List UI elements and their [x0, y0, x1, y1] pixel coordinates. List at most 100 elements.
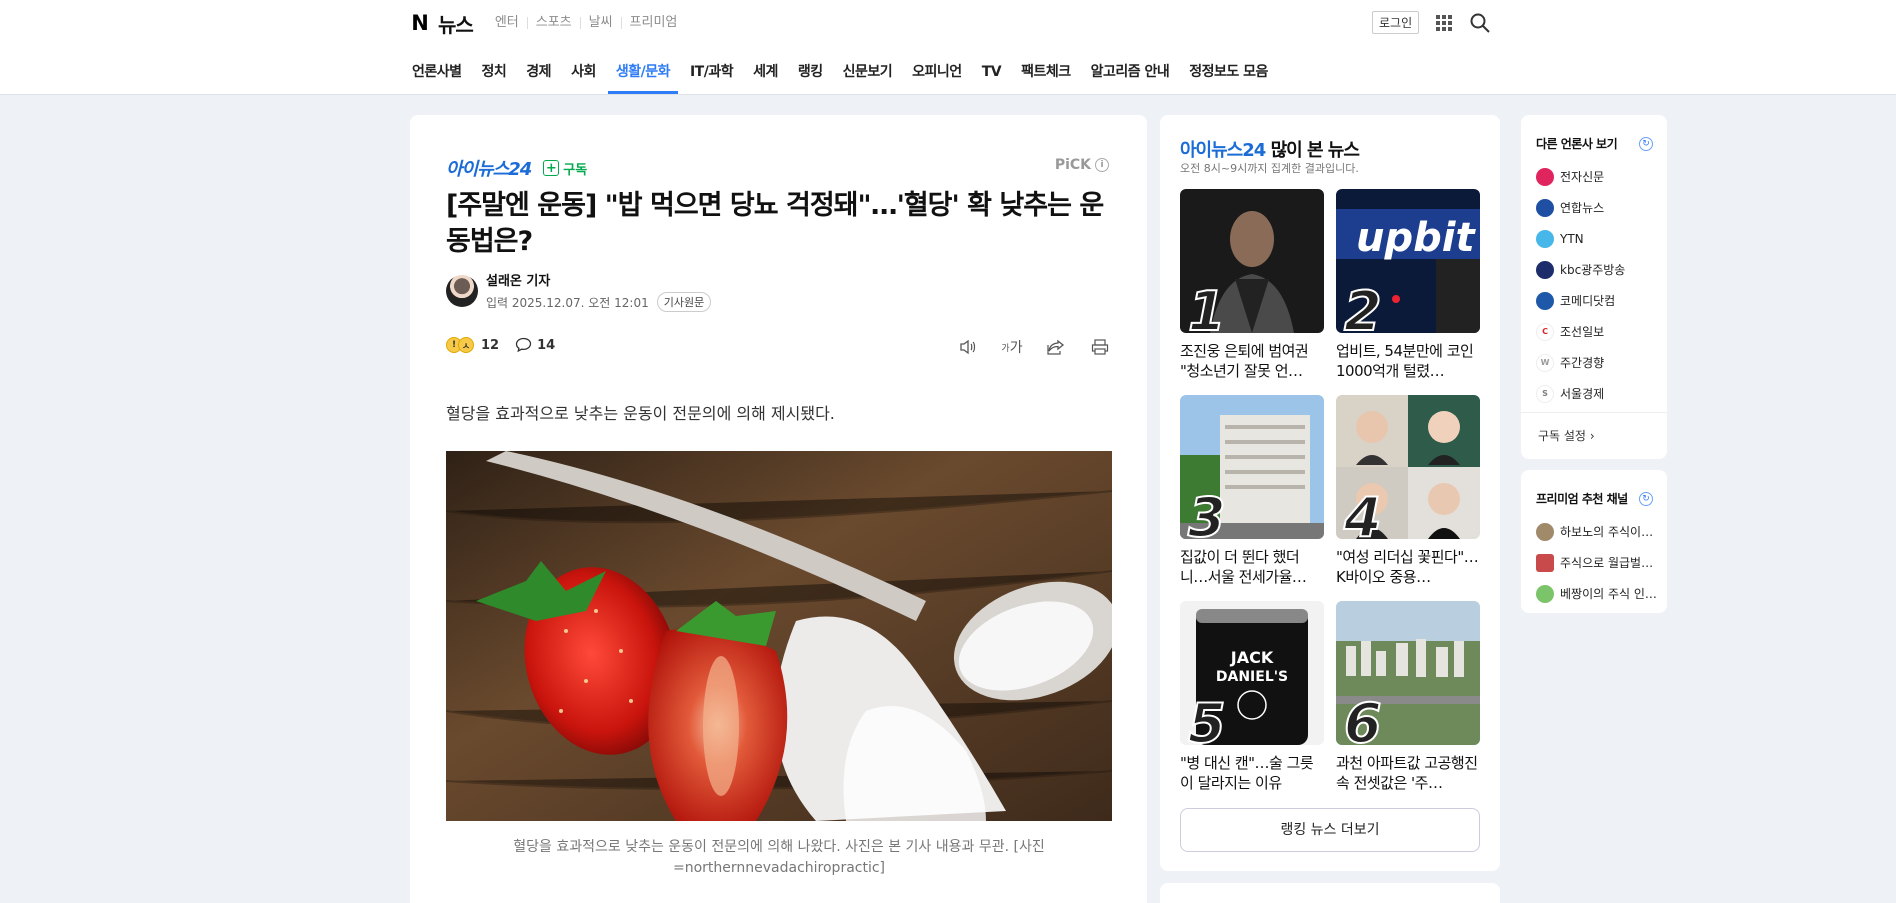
press-item[interactable]: kbc광주방송	[1536, 254, 1625, 285]
pick-badge[interactable]: PiCK i	[1055, 157, 1109, 173]
press-logo-icon: S	[1536, 384, 1554, 403]
ranking-thumbnail[interactable]: 3	[1180, 395, 1324, 539]
subscription-settings-link[interactable]: 구독 설정 ›	[1538, 427, 1595, 444]
ranking-thumbnail[interactable]: 6	[1336, 601, 1480, 745]
press-logo[interactable]: 아이뉴스24	[446, 155, 532, 181]
ranking-headline[interactable]: 조진웅 은퇴에 범여권 "청소년기 잘못 언…	[1180, 341, 1324, 381]
article-stats: ! ㅅ 12 14	[446, 337, 555, 353]
ranking-thumbnail[interactable]: 4	[1336, 395, 1480, 539]
ranking-title[interactable]: 아이뉴스24 많이 본 뉴스	[1180, 136, 1360, 162]
menu-item-corrections[interactable]: 정정보도 모음	[1179, 60, 1278, 94]
press-item[interactable]: 코메디닷컴	[1536, 285, 1625, 316]
menu-item-factcheck[interactable]: 팩트체크	[1011, 60, 1081, 94]
byline: 설래온 기자 입력 2025.12.07. 오전 12:01 기사원문	[446, 270, 712, 312]
print-icon[interactable]	[1089, 337, 1111, 357]
app-grid-icon[interactable]	[1433, 12, 1455, 34]
reporter-avatar[interactable]	[446, 275, 478, 307]
menu-item-tv[interactable]: TV	[972, 60, 1011, 94]
menu-item-politics[interactable]: 정치	[472, 60, 517, 94]
logo-row: N 뉴스 엔터 스포츠 날씨 프리미엄	[410, 9, 686, 38]
rank-number: 5	[1187, 692, 1227, 746]
ranking-headline[interactable]: "여성 리더십 꽃핀다"…K바이오 중용…	[1336, 547, 1480, 587]
press-logo-icon: C	[1536, 322, 1554, 341]
reaction-button[interactable]: ! ㅅ 12	[446, 337, 499, 353]
comment-button[interactable]: 14	[515, 337, 555, 353]
refresh-icon[interactable]: ↻	[1639, 137, 1653, 151]
ranking-press-name: 아이뉴스24	[1180, 140, 1266, 161]
login-button[interactable]: 로그인	[1372, 11, 1420, 34]
search-icon[interactable]	[1469, 12, 1491, 34]
header-tools: 로그인	[1372, 11, 1491, 34]
article-photo[interactable]	[446, 451, 1112, 821]
premium-channel-item[interactable]: 주식으로 월급벌…	[1536, 547, 1657, 578]
ranking-title-suffix: 많이 본 뉴스	[1265, 140, 1360, 161]
service-link-entertainment[interactable]: 엔터	[487, 16, 527, 29]
menu-item-it-science[interactable]: IT/과학	[680, 60, 743, 94]
ranking-item[interactable]: JACK DANIEL'S 5 "병 대신 캔"…술 그릇이 달라지는 이유	[1180, 601, 1324, 793]
reporter-name[interactable]: 설래온 기자	[486, 270, 711, 289]
press-item[interactable]: W 주간경향	[1536, 347, 1625, 378]
press-item[interactable]: YTN	[1536, 223, 1625, 254]
menu-item-opinion[interactable]: 오피니언	[902, 60, 972, 94]
news-home-link[interactable]: 뉴스	[438, 9, 474, 38]
ranking-thumbnail[interactable]: 1	[1180, 189, 1324, 333]
press-item-label: 연합뉴스	[1560, 201, 1605, 215]
article-card: 아이뉴스24 + 구독 PiCK i [주말엔 운동] "밥 먹으면 당뇨 걱정…	[410, 115, 1147, 903]
menu-item-ranking[interactable]: 랭킹	[788, 60, 833, 94]
press-logo-icon	[1536, 167, 1554, 186]
premium-channel-item[interactable]: 하보노의 주식이…	[1536, 516, 1657, 547]
ranking-item[interactable]: 6 과천 아파트값 고공행진 속 전셋값은 '주…	[1336, 601, 1480, 793]
channel-avatar	[1536, 584, 1554, 603]
service-link-weather[interactable]: 날씨	[579, 16, 621, 29]
font-size-button[interactable]: 가가	[1001, 337, 1023, 357]
premium-channel-item[interactable]: 베짱이의 주식 인…	[1536, 578, 1657, 609]
other-press-panel: 다른 언론사 보기 ↻ 전자신문 연합뉴스 YTN kbc광주방송 코메디닷컴 …	[1521, 115, 1667, 459]
channel-label: 하보노의 주식이…	[1560, 525, 1654, 539]
ranking-headline[interactable]: 과천 아파트값 고공행진 속 전셋값은 '주…	[1336, 753, 1480, 793]
press-item[interactable]: S 서울경제	[1536, 378, 1625, 409]
press-item[interactable]: C 조선일보	[1536, 316, 1625, 347]
press-item[interactable]: 전자신문	[1536, 161, 1625, 192]
press-item-label: 조선일보	[1560, 325, 1605, 339]
service-link-sports[interactable]: 스포츠	[526, 16, 580, 29]
original-article-button[interactable]: 기사원문	[656, 292, 712, 312]
menu-item-society[interactable]: 사회	[561, 60, 606, 94]
ranking-headline[interactable]: "병 대신 캔"…술 그릇이 달라지는 이유	[1180, 753, 1324, 793]
channel-avatar	[1536, 553, 1554, 572]
subscribe-button[interactable]: + 구독	[543, 159, 587, 178]
premium-list: 하보노의 주식이… 주식으로 월급벌… 베짱이의 주식 인…	[1536, 516, 1657, 609]
ranking-thumbnail[interactable]: upbit 2	[1336, 189, 1480, 333]
ranking-headline[interactable]: 업비트, 54분만에 코인 1000억개 털렸…	[1336, 341, 1480, 381]
ranking-item[interactable]: 3 집값이 더 뛴다 했더니…서울 전세가율…	[1180, 395, 1324, 587]
menu-item-world[interactable]: 세계	[743, 60, 788, 94]
menu-item-life-culture[interactable]: 생활/문화	[606, 60, 680, 94]
ranking-thumbnail[interactable]: JACK DANIEL'S 5	[1180, 601, 1324, 745]
ranking-subtitle: 오전 8시~9시까지 집계한 결과입니다.	[1180, 162, 1359, 175]
speaker-icon[interactable]	[957, 337, 979, 357]
press-item-label: 전자신문	[1560, 170, 1605, 184]
ranking-item[interactable]: 4 "여성 리더십 꽃핀다"…K바이오 중용…	[1336, 395, 1480, 587]
rank-number: 4	[1343, 486, 1383, 540]
plus-icon: +	[543, 160, 560, 176]
ranking-item[interactable]: 1 조진웅 은퇴에 범여권 "청소년기 잘못 언…	[1180, 189, 1324, 381]
menu-item-economy[interactable]: 경제	[516, 60, 561, 94]
menu-item-algorithm[interactable]: 알고리즘 안내	[1081, 60, 1180, 94]
channel-label: 베짱이의 주식 인…	[1560, 587, 1657, 601]
more-ranking-button[interactable]: 랭킹 뉴스 더보기	[1180, 808, 1480, 852]
ranking-item[interactable]: upbit 2 업비트, 54분만에 코인 1000억개 털렸…	[1336, 189, 1480, 381]
article-actions: 가가	[957, 337, 1111, 357]
menu-item-press[interactable]: 언론사별	[402, 60, 472, 94]
ranking-panel: 아이뉴스24 많이 본 뉴스 오전 8시~9시까지 집계한 결과입니다. 1 조…	[1160, 115, 1500, 871]
press-row: 아이뉴스24 + 구독	[446, 155, 587, 181]
article-lead: 혈당을 효과적으로 낮추는 운동이 전문의에 의해 제시됐다.	[446, 404, 835, 423]
press-item[interactable]: 연합뉴스	[1536, 192, 1625, 223]
naver-logo[interactable]: N	[410, 11, 430, 35]
ranking-headline[interactable]: 집값이 더 뛴다 했더니…서울 전세가율…	[1180, 547, 1324, 587]
channel-avatar	[1536, 522, 1554, 541]
service-link-premium[interactable]: 프리미엄	[620, 16, 686, 29]
menu-item-newspaper[interactable]: 신문보기	[833, 60, 903, 94]
share-icon[interactable]	[1045, 337, 1067, 357]
info-icon[interactable]: i	[1095, 158, 1109, 172]
refresh-icon[interactable]: ↻	[1639, 492, 1653, 506]
subscription-settings-label: 구독 설정	[1538, 429, 1586, 443]
